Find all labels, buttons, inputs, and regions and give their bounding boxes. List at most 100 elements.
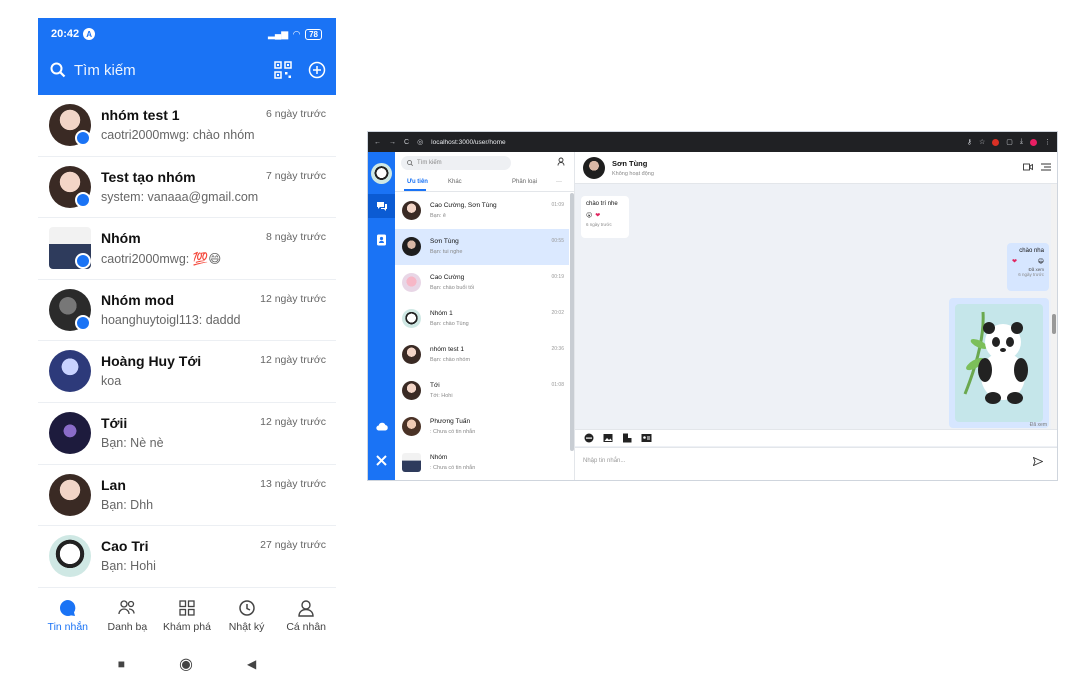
conversation-name: Nhóm mod (101, 291, 175, 308)
conversation-item[interactable]: Nhóm 1 Bạn: chào Tùng 20:02 (395, 301, 569, 337)
conversation-list: nhóm test 1 caotri2000mwg: chào nhóm 6 n… (38, 95, 336, 587)
qr-code-icon[interactable] (274, 61, 292, 79)
search-input[interactable]: Tìm kiếm (401, 156, 511, 170)
home-button[interactable]: ◉ (179, 654, 193, 674)
sidebar-item-contacts[interactable] (368, 228, 395, 252)
conversation-item[interactable]: Tớii Bạn: Nè nè 12 ngày trước (38, 403, 336, 465)
send-icon[interactable] (1033, 457, 1043, 466)
chat-header: Sơn Tùng Không hoạt động (575, 152, 1057, 184)
contact-card-icon[interactable] (641, 433, 652, 443)
forward-arrow-icon[interactable]: → (389, 139, 396, 146)
conversation-preview: koa (101, 374, 122, 389)
grid-icon (179, 600, 195, 616)
conversation-item[interactable]: Cao Tri Bạn: Hohi 27 ngày trước (38, 526, 336, 587)
battery-icon: 78 (305, 28, 322, 40)
conversation-item[interactable]: Hoàng Huy Tới koa 12 ngày trước (38, 341, 336, 403)
mobile-header: 20:42 A ▂▄▆ ◠ 78 Tìm kiếm (38, 18, 336, 95)
image-icon[interactable] (603, 433, 613, 443)
back-arrow-icon[interactable]: ← (374, 139, 381, 146)
extensions-puzzle-icon[interactable]: ▢ (1006, 138, 1013, 146)
conversation-item-selected[interactable]: Sơn Tùng Bạn: tui nghe 00:55 (395, 229, 569, 265)
conversation-item[interactable]: Nhóm mod hoanghuytoigl113: daddd 12 ngày… (38, 280, 336, 342)
back-button[interactable]: ◀ (247, 657, 256, 671)
attach-file-icon[interactable] (622, 433, 632, 443)
chat-bubbles-icon (376, 202, 387, 211)
conversation-time: 12 ngày trước (260, 292, 326, 305)
reaction-laugh-icon[interactable]: 😄 (1038, 258, 1044, 265)
conversation-list: Cao Cường, Sơn Tùng Bạn: ê 01:09 Sơn Tùn… (395, 193, 569, 480)
conversation-item[interactable]: Nhóm : Chưa có tin nhắn (395, 445, 569, 480)
avatar (49, 535, 91, 578)
conversation-preview: Bạn: Nè nè (101, 435, 164, 450)
browser-window: ← → C ◎ localhost:3000/user/home ⚷ ☆ ▢ ⤓… (367, 131, 1058, 481)
conversation-time: 01:08 (551, 382, 564, 388)
conversation-item[interactable]: nhóm test 1 Bạn: chào nhóm 20:36 (395, 337, 569, 373)
conversation-name: nhóm test 1 (430, 346, 464, 353)
conversation-preview: : Chưa có tin nhắn (430, 465, 476, 471)
nav-tab-timeline[interactable]: Nhật ký (217, 588, 277, 639)
scrollbar-thumb[interactable] (1052, 314, 1056, 334)
address-bar[interactable]: localhost:3000/user/home (431, 139, 505, 146)
chat-scrollbar[interactable] (1051, 184, 1057, 429)
avatar (402, 201, 421, 220)
chat-window: Sơn Tùng Không hoạt động chào trí nhe 😮 … (575, 152, 1057, 480)
conversation-item[interactable]: Lan Bạn: Dhh 13 ngày trước (38, 465, 336, 527)
download-icon[interactable]: ⤓ (1020, 138, 1023, 146)
conversation-info-icon[interactable] (1041, 163, 1051, 171)
menu-dots-icon[interactable]: ⋮ (1044, 138, 1051, 146)
avatar (402, 345, 421, 364)
reaction-heart-icon[interactable]: ❤ (1012, 258, 1017, 265)
extension-icon[interactable] (992, 138, 1000, 146)
conversation-time: 12 ngày trước (260, 354, 326, 367)
more-options-icon[interactable]: ··· (556, 179, 562, 185)
user-avatar[interactable] (371, 163, 392, 184)
outgoing-image-message[interactable] (949, 298, 1049, 428)
conversation-item[interactable]: nhóm test 1 caotri2000mwg: chào nhóm 6 n… (38, 95, 336, 157)
conversation-item[interactable]: Test tạo nhóm system: vanaaa@gmail.com 7… (38, 157, 336, 219)
conversation-item[interactable]: Cao Cường Bạn: chào buổi tối 00:19 (395, 265, 569, 301)
avatar[interactable] (583, 157, 605, 179)
bookmark-star-icon[interactable]: ☆ (979, 138, 985, 146)
classify-dropdown[interactable]: Phân loại (512, 179, 537, 185)
video-call-icon[interactable] (1023, 163, 1033, 171)
key-icon[interactable]: ⚷ (967, 138, 972, 146)
conversation-name: Cao Tri (101, 538, 149, 555)
conversation-tabs: Ưu tiên Khác Phân loại ··· (395, 174, 574, 192)
add-friend-icon[interactable] (557, 157, 566, 166)
profile-avatar-icon[interactable] (1030, 138, 1037, 146)
conversation-item[interactable]: Phương Tuấn : Chưa có tin nhắn (395, 409, 569, 445)
site-info-icon[interactable]: ◎ (417, 138, 423, 146)
sidebar-item-messages[interactable] (368, 194, 395, 218)
search-bar[interactable]: Tìm kiếm (50, 60, 326, 80)
tab-priority[interactable]: Ưu tiên (407, 179, 428, 185)
reaction-wow-icon[interactable]: 😮 (586, 212, 592, 219)
conversation-preview: : Chưa có tin nhắn (430, 429, 476, 435)
sticker-icon[interactable] (584, 433, 594, 443)
nav-tab-discover[interactable]: Khám phá (157, 588, 217, 639)
recents-button[interactable]: ■ (118, 657, 125, 671)
nav-tab-profile[interactable]: Cá nhân (276, 588, 336, 639)
conversation-time: 20:02 (551, 310, 564, 316)
message-input[interactable]: Nhập tin nhắn... (583, 458, 625, 464)
nav-tab-messages[interactable]: Tin nhắn (38, 588, 98, 639)
avatar (402, 417, 421, 436)
message-input-area[interactable]: Nhập tin nhắn... (575, 447, 1057, 480)
conversation-name: Nhóm (101, 230, 141, 247)
sidebar-item-cloud[interactable] (368, 414, 395, 438)
contact-book-icon (377, 234, 386, 246)
conversation-item[interactable]: Nhóm caotri2000mwg: 💯😄 8 ngày trước (38, 218, 336, 280)
search-label: Tìm kiếm (74, 61, 136, 79)
conversation-item[interactable]: Cao Cường, Sơn Tùng Bạn: ê 01:09 (395, 193, 569, 229)
avatar (402, 273, 421, 292)
tab-other[interactable]: Khác (448, 179, 462, 185)
image-seen-status: Đã xem (1029, 422, 1047, 428)
reload-icon[interactable]: C (404, 139, 409, 146)
sidebar-item-tools[interactable] (368, 448, 395, 472)
conversation-preview: Bạn: chào buổi tối (430, 285, 475, 291)
avatar (402, 237, 421, 256)
list-scrollbar[interactable] (570, 193, 574, 451)
nav-tab-contacts[interactable]: Danh bạ (98, 588, 158, 639)
add-circle-icon[interactable] (308, 61, 326, 79)
reaction-heart-icon[interactable]: ❤ (595, 212, 600, 219)
conversation-item[interactable]: Tới Tới: Hohi 01:08 (395, 373, 569, 409)
